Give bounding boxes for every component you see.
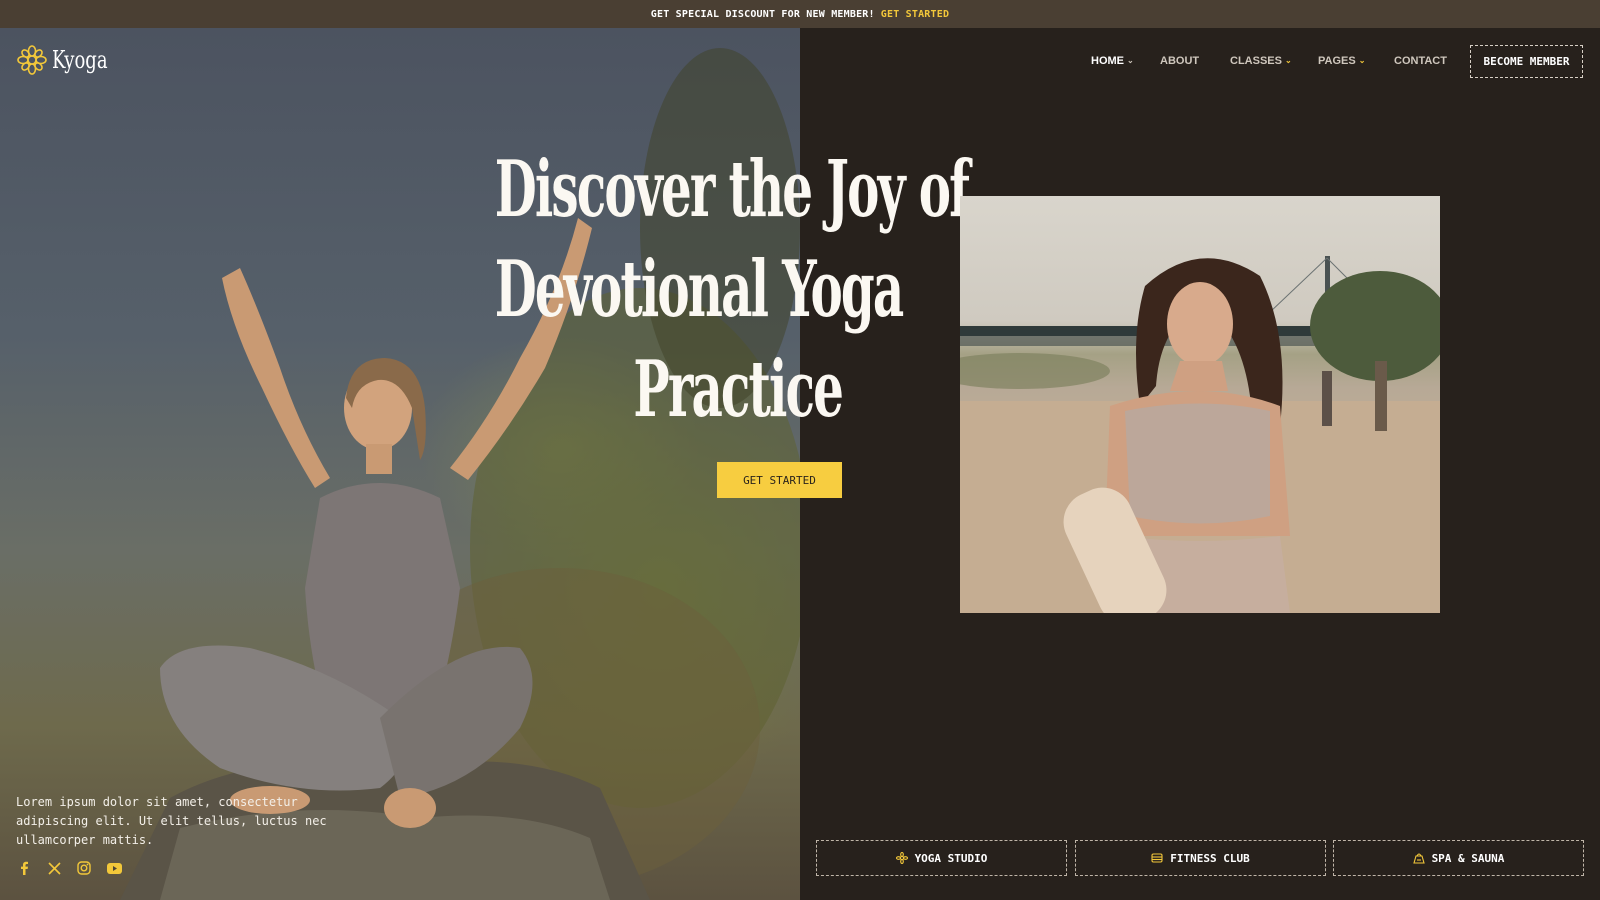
nav-item-classes[interactable]: CLASSES ⌄ <box>1230 52 1318 70</box>
feature-label: FITNESS CLUB <box>1170 851 1250 865</box>
headline-line: Discover the Joy of <box>494 144 970 235</box>
nav-item-about[interactable]: ABOUT <box>1160 52 1230 70</box>
nav-item-pages[interactable]: PAGES ⌄ <box>1318 52 1394 70</box>
nav-item-label: HOME <box>1091 55 1124 67</box>
become-member-button[interactable]: BECOME MEMBER <box>1470 45 1583 78</box>
brand-name: Kyoga <box>52 46 108 74</box>
x-icon[interactable] <box>46 860 62 876</box>
fitness-club-button[interactable]: FITNESS CLUB <box>1075 840 1326 876</box>
instagram-icon[interactable] <box>76 860 92 876</box>
headline-line: Practice <box>633 344 844 435</box>
announcement-message: GET SPECIAL DISCOUNT FOR NEW MEMBER! <box>650 8 875 20</box>
chevron-down-icon: ⌄ <box>1358 55 1366 65</box>
spa-stones-icon <box>1412 853 1425 864</box>
yoga-mat-photo <box>960 196 1440 613</box>
nav-item-contact[interactable]: CONTACT <box>1394 52 1454 70</box>
yoga-studio-button[interactable]: YOGA STUDIO <box>816 840 1067 876</box>
announcement-bar: GET SPECIAL DISCOUNT FOR NEW MEMBER! GET… <box>0 0 1600 28</box>
spa-sauna-button[interactable]: SPA & SAUNA <box>1333 840 1584 876</box>
lotus-icon <box>895 852 908 864</box>
nav-item-home[interactable]: HOME ⌄ <box>1091 52 1160 70</box>
brand-logo[interactable]: Kyoga <box>16 44 126 76</box>
nav-item-label: PAGES <box>1318 55 1356 67</box>
announcement-get-started-link[interactable]: GET STARTED <box>881 9 949 20</box>
chevron-down-icon: ⌄ <box>1127 55 1134 65</box>
nav-item-label: ABOUT <box>1160 55 1200 67</box>
feature-label: SPA & SAUNA <box>1431 851 1505 865</box>
social-links <box>16 860 122 876</box>
feature-label: YOGA STUDIO <box>914 851 988 865</box>
woman-with-mat-illustration <box>960 256 1440 613</box>
get-started-button[interactable]: GET STARTED <box>717 462 842 498</box>
youtube-icon[interactable] <box>106 860 122 876</box>
lotus-logo-icon <box>17 45 47 75</box>
nav-item-label: CONTACT <box>1394 55 1447 67</box>
nav-item-label: CLASSES <box>1230 55 1282 67</box>
headline-line: Devotional Yoga <box>494 244 904 335</box>
dumbbell-icon <box>1151 853 1163 863</box>
chevron-down-icon: ⌄ <box>1284 55 1292 65</box>
facebook-icon[interactable] <box>16 860 32 876</box>
hero-headline: Discover the Joy of Devotional Yoga Prac… <box>282 140 970 440</box>
main-navigation: HOME ⌄ ABOUT CLASSES ⌄ PAGES ⌄ CONTACT <box>1091 52 1454 70</box>
hero-description: Lorem ipsum dolor sit amet, consectetur … <box>16 795 327 847</box>
